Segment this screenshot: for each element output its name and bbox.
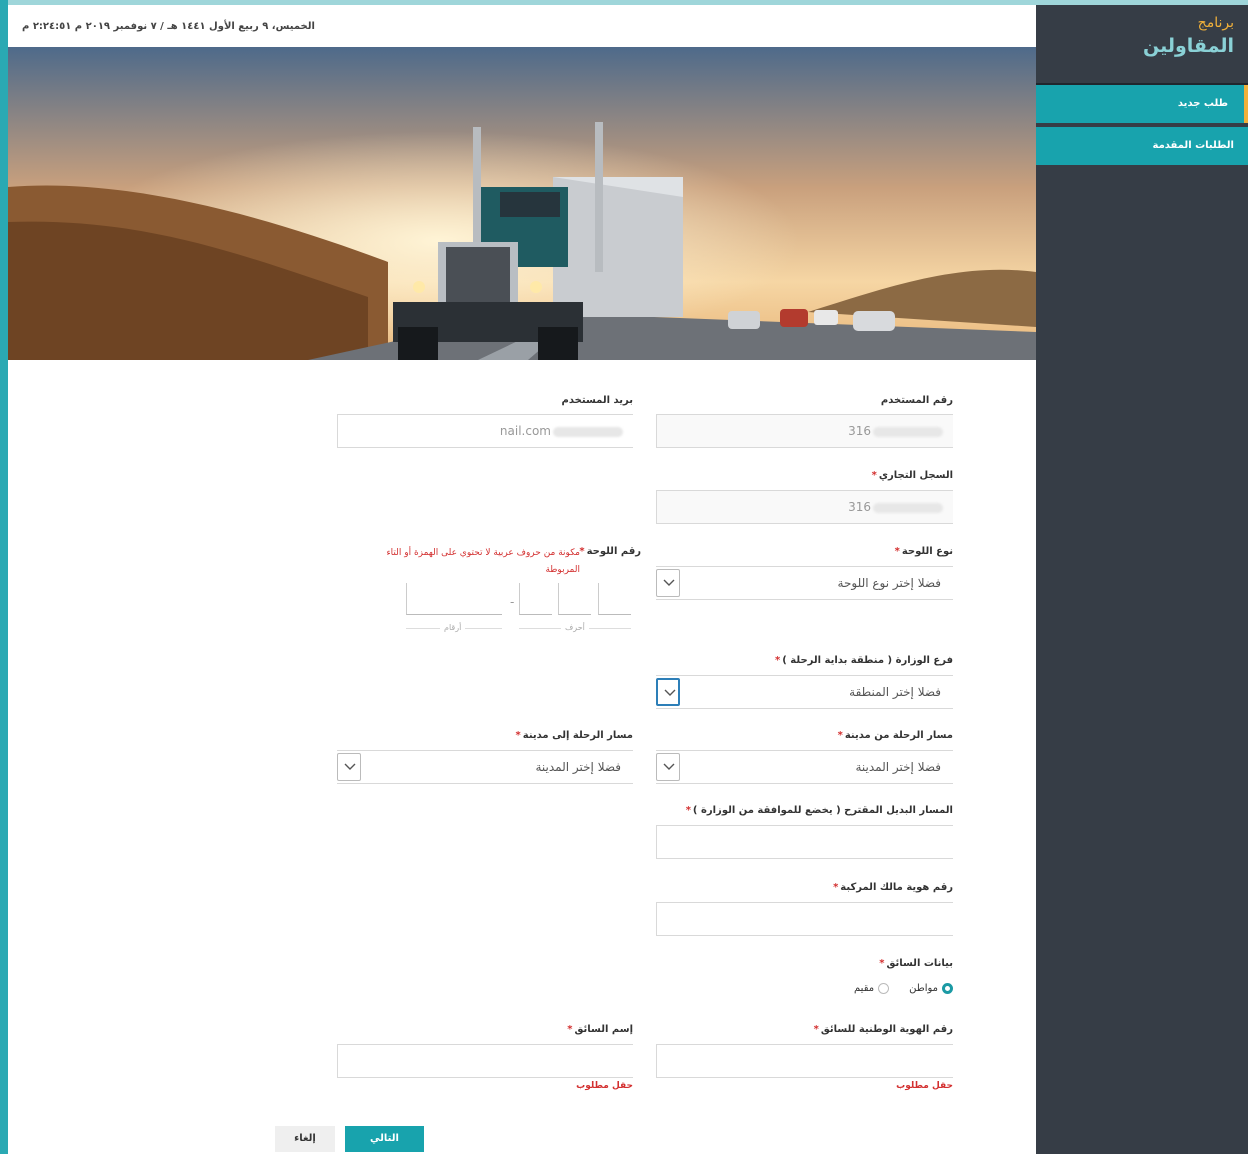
driver-national-id-field[interactable]	[656, 1044, 953, 1078]
cancel-button[interactable]: إلغاء	[275, 1126, 335, 1152]
main-content: الخميس، ٩ ربيع الأول ١٤٤١ هـ / ٧ نوفمبر …	[8, 5, 1036, 1154]
date-text: الخميس، ٩ ربيع الأول ١٤٤١ هـ / ٧ نوفمبر …	[22, 21, 315, 32]
brand-line-1: برنامج	[1197, 15, 1234, 31]
plate-type-value: فضلا إختر نوع اللوحة	[837, 576, 941, 590]
driver-type-radio-group: مواطن مقيم	[854, 983, 953, 994]
driver-name-label: إسم السائق*	[567, 1024, 633, 1035]
route-from-label: مسار الرحلة من مدينة*	[837, 730, 953, 741]
route-from-select[interactable]: فضلا إختر المدينة	[656, 750, 953, 784]
request-form: رقم المستخدم 316 بريد المستخدم nail.com …	[8, 360, 1036, 1154]
user-email-label: بريد المستخدم	[561, 395, 633, 406]
driver-national-id-error: حقل مطلوب	[896, 1081, 953, 1091]
chevron-down-icon[interactable]	[656, 569, 680, 597]
chevron-down-icon[interactable]	[656, 678, 680, 706]
left-border	[0, 0, 8, 1154]
brand-logo: برنامج المقاولين	[1143, 15, 1234, 57]
plate-letter-3[interactable]	[519, 583, 552, 615]
driver-national-id-label: رقم الهوية الوطنية للسائق*	[813, 1024, 953, 1035]
plate-letter-2[interactable]	[558, 583, 591, 615]
ministry-branch-value: فضلا إختر المنطقة	[849, 685, 941, 699]
ministry-branch-label: فرع الوزارة ( منطقة بداية الرحلة )*	[775, 655, 953, 666]
chevron-down-icon[interactable]	[337, 753, 361, 781]
plate-number-label: رقم اللوحة*	[579, 546, 641, 557]
commercial-register-label: السجل التجاري*	[871, 470, 953, 481]
route-to-label: مسار الرحلة إلى مدينة*	[515, 730, 633, 741]
commercial-register-field[interactable]: 316	[656, 490, 953, 524]
letters-caption: أحرف	[561, 623, 589, 632]
route-from-value: فضلا إختر المدينة	[855, 760, 941, 774]
chevron-down-icon[interactable]	[656, 753, 680, 781]
next-button[interactable]: التالي	[345, 1126, 424, 1152]
brand-line-2: المقاولين	[1143, 35, 1234, 57]
user-number-label: رقم المستخدم	[880, 395, 953, 406]
date-bar: الخميس، ٩ ربيع الأول ١٤٤١ هـ / ٧ نوفمبر …	[8, 5, 1036, 47]
owner-id-field[interactable]	[656, 902, 953, 936]
hero-banner-truck-image	[8, 47, 1036, 360]
plate-number-note: مكونة من حروف عربية لا تحتوي على الهمزة …	[386, 548, 580, 575]
radio-resident[interactable]: مقيم	[854, 983, 890, 994]
route-to-value: فضلا إختر المدينة	[535, 760, 621, 774]
user-number-field[interactable]: 316	[656, 414, 953, 448]
digits-caption: أرقام	[440, 623, 466, 632]
route-to-select[interactable]: فضلا إختر المدينة	[337, 750, 633, 784]
plate-type-label: نوع اللوحة*	[894, 546, 953, 557]
ministry-branch-select[interactable]: فضلا إختر المنطقة	[656, 675, 953, 709]
sidebar: برنامج المقاولين طلب جديد الطلبات المقدم…	[1036, 5, 1248, 1154]
driver-data-label: بيانات السائق*	[879, 958, 953, 969]
user-email-field[interactable]: nail.com	[337, 414, 633, 448]
truck-illustration	[8, 47, 1036, 360]
driver-name-error: حقل مطلوب	[576, 1081, 633, 1091]
owner-id-label: رقم هوية مالك المركبة*	[833, 882, 953, 893]
plate-separator: -	[510, 595, 515, 609]
sidebar-item-submitted-requests[interactable]: الطلبات المقدمة	[1036, 127, 1248, 165]
alt-route-label: المسار البديل المقترح ( يخضع للموافقة من…	[685, 805, 953, 816]
sidebar-item-new-request[interactable]: طلب جديد	[1036, 85, 1248, 123]
plate-letter-1[interactable]	[598, 583, 631, 615]
radio-unselected-icon[interactable]	[878, 983, 890, 994]
alt-route-field[interactable]	[656, 825, 953, 859]
driver-name-field[interactable]	[337, 1044, 633, 1078]
radio-citizen[interactable]: مواطن	[909, 983, 953, 994]
plate-type-select[interactable]: فضلا إختر نوع اللوحة	[656, 566, 953, 600]
plate-digits[interactable]	[406, 583, 502, 615]
radio-selected-icon[interactable]	[942, 983, 953, 994]
